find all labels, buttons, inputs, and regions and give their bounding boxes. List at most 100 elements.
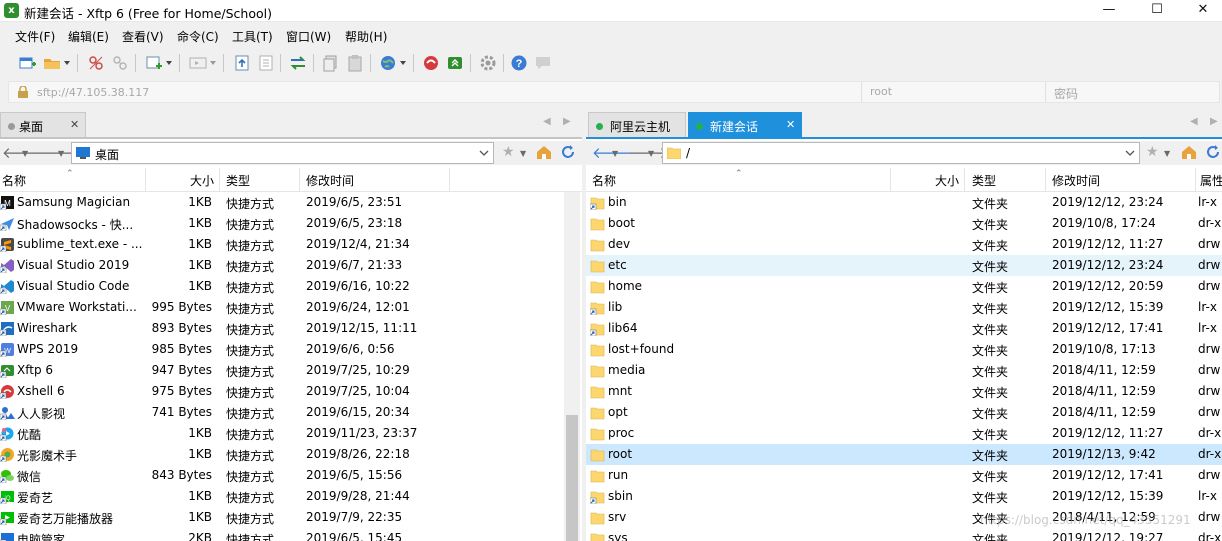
tab-scroll-left-icon[interactable]: ◀ xyxy=(1190,116,1198,127)
table-row[interactable]: run 文件夹 2019/12/12, 17:41 drw xyxy=(586,465,1222,486)
tab-scroll-right-icon[interactable]: ▶ xyxy=(563,116,571,127)
table-row[interactable]: M Samsung Magician 1KB 快捷方式 2019/6/5, 23:51 xyxy=(0,192,582,213)
menu-command[interactable]: 命令(C) xyxy=(177,28,219,45)
reconnect-icon[interactable] xyxy=(111,54,129,72)
table-row[interactable]: 光影魔术手 1KB 快捷方式 2019/8/26, 22:18 xyxy=(0,444,582,465)
table-row[interactable]: Xftp 6 947 Bytes 快捷方式 2019/7/25, 10:29 xyxy=(0,360,582,381)
chevron-down-icon[interactable] xyxy=(1125,148,1135,158)
refresh-icon[interactable] xyxy=(560,144,576,160)
table-row[interactable]: lib64 文件夹 2019/12/12, 17:41 lr-x xyxy=(586,318,1222,339)
column-divider[interactable] xyxy=(145,168,146,192)
table-row[interactable]: iQ 爱奇艺 1KB 快捷方式 2019/9/28, 21:44 xyxy=(0,486,582,507)
copy-icon[interactable] xyxy=(322,54,340,72)
scrollbar-thumb[interactable] xyxy=(566,415,578,541)
minimize-button[interactable]: — xyxy=(1086,0,1132,22)
forward-dropdown-icon[interactable]: ▼ xyxy=(648,149,654,158)
table-row[interactable]: V VMware Workstati... 995 Bytes 快捷方式 2019/6/… xyxy=(0,297,582,318)
local-scrollbar[interactable] xyxy=(564,192,580,541)
refresh-icon[interactable] xyxy=(1205,144,1221,160)
tab-scroll-left-icon[interactable]: ◀ xyxy=(543,116,551,127)
bookmark-star-icon[interactable]: ★ xyxy=(1146,144,1159,160)
settings-icon[interactable] xyxy=(479,54,497,72)
disconnect-icon[interactable] xyxy=(87,54,105,72)
table-row[interactable]: boot 文件夹 2019/10/8, 17:24 dr-x xyxy=(586,213,1222,234)
paste-icon[interactable] xyxy=(346,54,364,72)
table-row[interactable]: opt 文件夹 2018/4/11, 12:59 drw xyxy=(586,402,1222,423)
username-input[interactable]: root xyxy=(861,82,1047,102)
table-row[interactable]: media 文件夹 2018/4/11, 12:59 drw xyxy=(586,360,1222,381)
transfer-dropdown-icon[interactable] xyxy=(210,60,216,66)
xshell-icon[interactable] xyxy=(422,54,440,72)
encoding-dropdown-icon[interactable] xyxy=(400,60,406,66)
password-input[interactable]: 密码 xyxy=(1045,82,1221,102)
column-divider[interactable] xyxy=(890,168,891,192)
column-type[interactable]: 类型 xyxy=(226,172,250,189)
table-row[interactable]: 爱奇艺万能播放器 1KB 快捷方式 2019/7/9, 22:35 xyxy=(0,507,582,528)
column-name[interactable]: 名称 xyxy=(2,172,26,189)
column-divider[interactable] xyxy=(449,168,450,192)
bookmark-dropdown-icon[interactable]: ▼ xyxy=(1164,149,1170,158)
home-folder-icon[interactable] xyxy=(536,145,552,160)
tab-scroll-right-icon[interactable]: ▶ xyxy=(1210,116,1218,127)
host-input[interactable]: sftp://47.105.38.117 xyxy=(37,86,149,99)
column-divider[interactable] xyxy=(964,168,965,192)
sync-icon[interactable] xyxy=(289,54,307,72)
table-row[interactable]: home 文件夹 2019/12/12, 20:59 drw xyxy=(586,276,1222,297)
back-dropdown-icon[interactable]: ▼ xyxy=(612,149,618,158)
column-divider[interactable] xyxy=(299,168,300,192)
download-icon[interactable] xyxy=(257,54,275,72)
tab-desktop[interactable]: 桌面 ✕ xyxy=(0,112,86,137)
new-tab-icon[interactable] xyxy=(145,54,163,72)
home-folder-icon[interactable] xyxy=(1181,145,1197,160)
table-row[interactable]: lost+found 文件夹 2019/10/8, 17:13 drw xyxy=(586,339,1222,360)
help-icon[interactable]: ? xyxy=(510,54,528,72)
open-folder-icon[interactable] xyxy=(43,54,61,72)
table-row[interactable]: bin 文件夹 2019/12/12, 23:24 lr-x xyxy=(586,192,1222,213)
table-row[interactable]: 人人影视 741 Bytes 快捷方式 2019/6/15, 20:34 xyxy=(0,402,582,423)
bookmark-star-icon[interactable]: ★ xyxy=(502,144,515,160)
table-row[interactable]: Visual Studio 2019 1KB 快捷方式 2019/6/7, 21:33 xyxy=(0,255,582,276)
forward-dropdown-icon[interactable]: ▼ xyxy=(58,149,64,158)
close-button[interactable]: ✕ xyxy=(1180,0,1222,22)
table-row[interactable]: 微信 843 Bytes 快捷方式 2019/6/5, 15:56 xyxy=(0,465,582,486)
transfer-icon[interactable] xyxy=(189,54,207,72)
column-mtime[interactable]: 修改时间 xyxy=(1052,172,1100,189)
table-row[interactable]: mnt 文件夹 2018/4/11, 12:59 drw xyxy=(586,381,1222,402)
menu-edit[interactable]: 编辑(E) xyxy=(68,28,109,45)
chat-icon[interactable] xyxy=(534,54,552,72)
xftp-icon[interactable] xyxy=(446,54,464,72)
table-row[interactable]: 优酷 1KB 快捷方式 2019/11/23, 23:37 xyxy=(0,423,582,444)
chevron-down-icon[interactable] xyxy=(479,148,489,158)
column-divider[interactable] xyxy=(1045,168,1046,192)
table-row[interactable]: root 文件夹 2019/12/13, 9:42 dr-x xyxy=(586,444,1222,465)
close-tab-icon[interactable]: ✕ xyxy=(70,118,79,131)
table-row[interactable]: sys 文件夹 2019/12/12, 19:27 dr-x xyxy=(586,528,1222,541)
menu-help[interactable]: 帮助(H) xyxy=(345,28,387,45)
table-row[interactable]: lib 文件夹 2019/12/12, 15:39 lr-x xyxy=(586,297,1222,318)
table-row[interactable]: sublime_text.exe - ... 1KB 快捷方式 2019/12/4, … xyxy=(0,234,582,255)
new-session-icon[interactable] xyxy=(18,54,36,72)
table-row[interactable]: etc 文件夹 2019/12/12, 23:24 drw xyxy=(586,255,1222,276)
table-row[interactable]: Xshell 6 975 Bytes 快捷方式 2019/7/25, 10:04 xyxy=(0,381,582,402)
table-row[interactable]: Shadowsocks - 快... 1KB 快捷方式 2019/6/5, 23:18 xyxy=(0,213,582,234)
column-name[interactable]: 名称 xyxy=(592,172,616,189)
table-row[interactable]: W WPS 2019 985 Bytes 快捷方式 2019/6/6, 0:56 xyxy=(0,339,582,360)
table-row[interactable]: dev 文件夹 2019/12/12, 11:27 drw xyxy=(586,234,1222,255)
column-divider[interactable] xyxy=(219,168,220,192)
column-mtime[interactable]: 修改时间 xyxy=(306,172,354,189)
tab-aliyun-host[interactable]: 阿里云主机 xyxy=(588,112,686,137)
menu-window[interactable]: 窗口(W) xyxy=(286,28,331,45)
table-row[interactable]: Wireshark 893 Bytes 快捷方式 2019/12/15, 11:11 xyxy=(0,318,582,339)
menu-file[interactable]: 文件(F) xyxy=(15,28,55,45)
table-row[interactable]: sbin 文件夹 2019/12/12, 15:39 lr-x xyxy=(586,486,1222,507)
column-type[interactable]: 类型 xyxy=(972,172,996,189)
bookmark-dropdown-icon[interactable]: ▼ xyxy=(520,149,526,158)
menu-tools[interactable]: 工具(T) xyxy=(232,28,273,45)
column-size[interactable]: 大小 xyxy=(935,172,959,189)
back-dropdown-icon[interactable]: ▼ xyxy=(22,149,28,158)
open-dropdown-icon[interactable] xyxy=(64,60,70,66)
upload-icon[interactable] xyxy=(233,54,251,72)
new-tab-dropdown-icon[interactable] xyxy=(166,60,172,66)
local-path-combo[interactable]: 桌面 xyxy=(71,142,494,164)
maximize-button[interactable]: ☐ xyxy=(1134,0,1180,22)
